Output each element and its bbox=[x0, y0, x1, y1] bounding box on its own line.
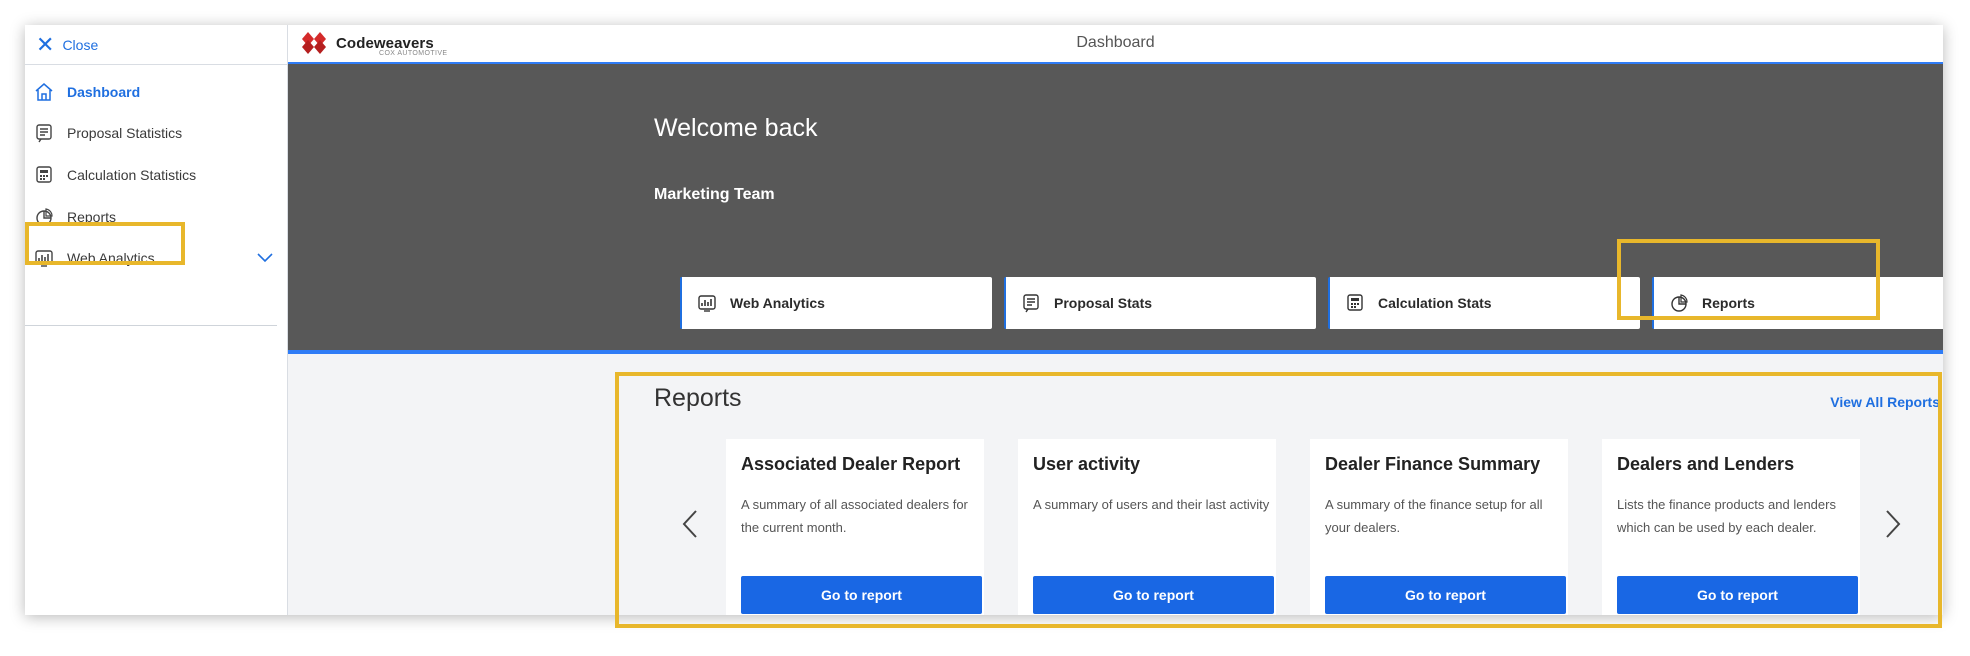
report-card-description: Lists the finance products and lenders w… bbox=[1617, 497, 1836, 535]
sidebar-item-dashboard[interactable]: Dashboard bbox=[25, 72, 287, 112]
go-to-report-button[interactable]: Go to report bbox=[1325, 576, 1566, 614]
pie-chart-icon bbox=[33, 206, 55, 228]
go-to-report-button[interactable]: Go to report bbox=[1033, 576, 1274, 614]
carousel-prev-button[interactable] bbox=[675, 504, 705, 544]
report-card-title: Dealer Finance Summary bbox=[1325, 454, 1541, 474]
report-card-description: A summary of users and their last activi… bbox=[1033, 497, 1270, 512]
reports-section: Reports View All Reports Associated Deal… bbox=[288, 354, 1943, 615]
app-window: ✕ Close Dashboard Proposal Statistics Ca… bbox=[25, 25, 1943, 615]
analytics-chart-icon bbox=[696, 292, 718, 314]
sidebar-item-label: Calculation Statistics bbox=[67, 167, 197, 183]
report-card-title: User activity bbox=[1033, 454, 1141, 474]
report-card: User activity A summary of users and the… bbox=[1018, 439, 1276, 615]
report-card-description: A summary of the finance setup for all y… bbox=[1325, 497, 1543, 535]
sidebar-item-calculation-statistics[interactable]: Calculation Statistics bbox=[25, 155, 287, 195]
team-name: Marketing Team bbox=[654, 186, 775, 203]
sidebar-item-label: Dashboard bbox=[67, 84, 141, 100]
report-card-title: Dealers and Lenders bbox=[1617, 454, 1795, 474]
calculator-icon bbox=[1344, 292, 1366, 314]
document-lines-icon bbox=[1020, 292, 1042, 314]
welcome-heading: Welcome back bbox=[654, 114, 818, 142]
document-lines-icon bbox=[33, 122, 55, 144]
quick-link-label: Proposal Stats bbox=[1054, 295, 1153, 311]
report-card: Dealers and Lenders Lists the finance pr… bbox=[1602, 439, 1860, 615]
quick-link-proposal-stats[interactable]: Proposal Stats bbox=[1004, 277, 1316, 329]
view-all-reports-link[interactable]: View All Reports bbox=[1830, 394, 1940, 410]
close-button[interactable]: ✕ Close bbox=[25, 25, 287, 65]
calculator-icon bbox=[33, 164, 55, 186]
sidebar: ✕ Close Dashboard Proposal Statistics Ca… bbox=[25, 25, 288, 615]
quick-link-label: Calculation Stats bbox=[1378, 295, 1492, 311]
analytics-chart-icon bbox=[33, 247, 55, 269]
report-card-title: Associated Dealer Report bbox=[741, 454, 961, 474]
report-card-description: A summary of all associated dealers for … bbox=[741, 497, 968, 535]
quick-link-reports[interactable]: Reports bbox=[1652, 277, 1943, 329]
page-title: Dashboard bbox=[1076, 34, 1155, 51]
quick-link-web-analytics[interactable]: Web Analytics bbox=[680, 277, 992, 329]
sidebar-item-reports[interactable]: Reports bbox=[25, 197, 287, 237]
carousel-next-button[interactable] bbox=[1878, 504, 1908, 544]
chevron-down-icon[interactable] bbox=[257, 250, 273, 268]
sidebar-item-label: Reports bbox=[67, 209, 117, 225]
welcome-banner: Welcome back Marketing Team Web Analytic… bbox=[288, 64, 1943, 354]
top-bar: Codeweavers COX AUTOMOTIVE Dashboard bbox=[288, 25, 1943, 64]
sidebar-divider bbox=[25, 325, 277, 326]
close-icon: ✕ bbox=[36, 31, 55, 57]
home-icon bbox=[33, 81, 55, 103]
quick-link-label: Web Analytics bbox=[730, 295, 825, 311]
go-to-report-button[interactable]: Go to report bbox=[1617, 576, 1858, 614]
chevron-left-icon bbox=[682, 510, 697, 538]
report-card: Dealer Finance Summary A summary of the … bbox=[1310, 439, 1568, 615]
go-to-report-button[interactable]: Go to report bbox=[741, 576, 982, 614]
sidebar-item-web-analytics[interactable]: Web Analytics bbox=[25, 238, 287, 278]
quick-link-label: Reports bbox=[1702, 295, 1755, 311]
reports-heading: Reports bbox=[654, 384, 742, 412]
sidebar-item-proposal-statistics[interactable]: Proposal Statistics bbox=[25, 113, 287, 153]
close-label: Close bbox=[62, 36, 99, 53]
pie-chart-icon bbox=[1668, 292, 1690, 314]
quick-link-calculation-stats[interactable]: Calculation Stats bbox=[1328, 277, 1640, 329]
main-area: Codeweavers COX AUTOMOTIVE Dashboard Wel… bbox=[288, 25, 1943, 615]
sidebar-item-label: Web Analytics bbox=[67, 250, 155, 266]
sidebar-item-label: Proposal Statistics bbox=[67, 125, 183, 141]
report-card: Associated Dealer Report A summary of al… bbox=[726, 439, 984, 615]
chevron-right-icon bbox=[1886, 510, 1901, 538]
